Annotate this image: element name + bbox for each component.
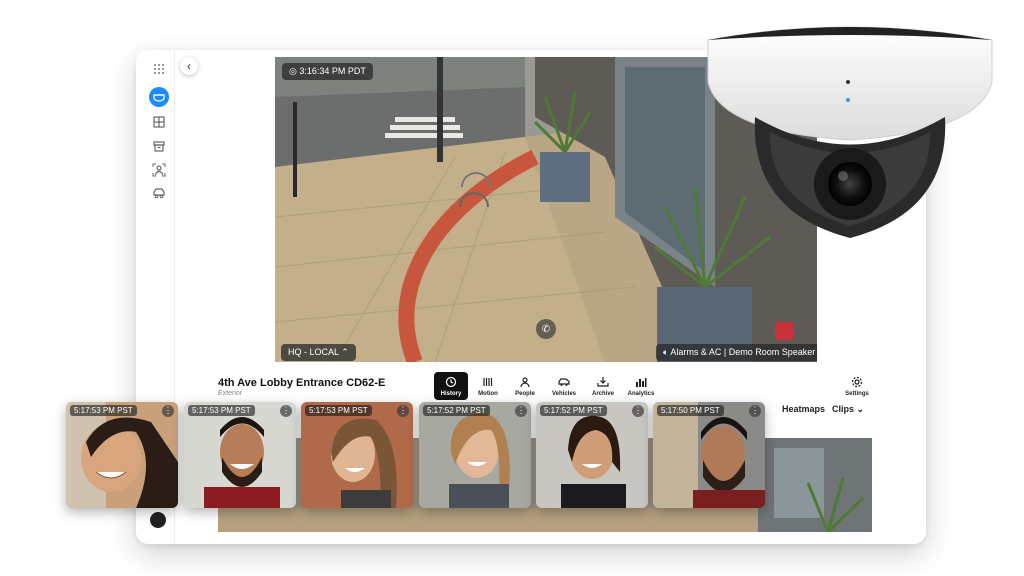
camera-icon[interactable] — [149, 87, 169, 107]
face-image — [301, 402, 413, 508]
more-icon[interactable]: ⋮ — [397, 405, 409, 417]
tab-archive[interactable]: Archive — [586, 372, 620, 400]
face-image — [419, 402, 531, 508]
tab-vehicles[interactable]: Vehicles — [547, 372, 581, 400]
face-image — [66, 402, 178, 508]
dome-camera-image — [700, 12, 1000, 247]
more-icon[interactable]: ⋮ — [162, 405, 174, 417]
chevron-down-icon: ⌄ — [854, 404, 865, 414]
vehicle-icon[interactable] — [150, 184, 168, 202]
phone-icon[interactable]: ✆ — [536, 319, 556, 339]
motion-icon — [483, 377, 493, 386]
settings-button[interactable]: Settings — [840, 372, 874, 400]
clips-dropdown[interactable]: Clips ⌄ — [832, 404, 864, 415]
archive-icon[interactable] — [150, 137, 168, 155]
vehicle-icon — [558, 377, 570, 386]
more-icon[interactable]: ⋮ — [280, 405, 292, 417]
face-image — [536, 402, 648, 508]
tab-history[interactable]: History — [434, 372, 468, 400]
speaker-selector[interactable]: 🔈︎ Alarms & AC | Demo Room Speaker ⌃ — [656, 344, 817, 361]
person-scan-icon[interactable] — [150, 161, 168, 179]
camera-type: Exterior — [218, 390, 243, 397]
face-thumbnail[interactable]: 5:17:52 PM PST ⋮ — [419, 402, 531, 508]
people-icon — [520, 376, 530, 387]
site-selector[interactable]: HQ - LOCAL ⌃ — [281, 344, 356, 361]
more-icon[interactable]: ⋮ — [632, 405, 644, 417]
back-button[interactable]: ‹ — [180, 57, 198, 75]
record-button[interactable] — [150, 512, 166, 528]
tab-motion[interactable]: Motion — [471, 372, 505, 400]
history-icon — [445, 376, 457, 387]
chevron-up-icon: ⌃ — [815, 347, 817, 357]
grid-icon[interactable] — [150, 60, 168, 78]
download-icon — [597, 376, 609, 387]
timestamp-pill: ◎ 3:16:34 PM PDT — [282, 63, 373, 80]
clock-icon: ◎ — [289, 66, 300, 76]
face-thumbnail[interactable]: 5:17:50 PM PST ⋮ — [653, 402, 765, 508]
face-thumbnail[interactable]: 5:17:52 PM PST ⋮ — [536, 402, 648, 508]
analytics-icon — [636, 377, 647, 387]
face-image — [184, 402, 296, 508]
more-icon[interactable]: ⋮ — [515, 405, 527, 417]
chevron-left-icon: ‹ — [187, 59, 191, 73]
chevron-up-icon: ⌃ — [338, 347, 349, 357]
heatmaps-button[interactable]: Heatmaps — [782, 404, 825, 414]
more-icon[interactable]: ⋮ — [749, 405, 761, 417]
gear-icon — [851, 376, 863, 387]
layout-icon[interactable] — [150, 113, 168, 131]
face-thumbnail[interactable]: 5:17:53 PM PST ⋮ — [301, 402, 413, 508]
face-thumbnail[interactable]: 5:17:53 PM PST ⋮ — [66, 402, 178, 508]
face-thumbnail[interactable]: 5:17:53 PM PST ⋮ — [184, 402, 296, 508]
camera-illustration — [707, 26, 993, 238]
tab-analytics[interactable]: Analytics — [624, 372, 658, 400]
camera-name: 4th Ave Lobby Entrance CD62-E — [218, 377, 386, 389]
face-image — [653, 402, 765, 508]
tab-people[interactable]: People — [508, 372, 542, 400]
